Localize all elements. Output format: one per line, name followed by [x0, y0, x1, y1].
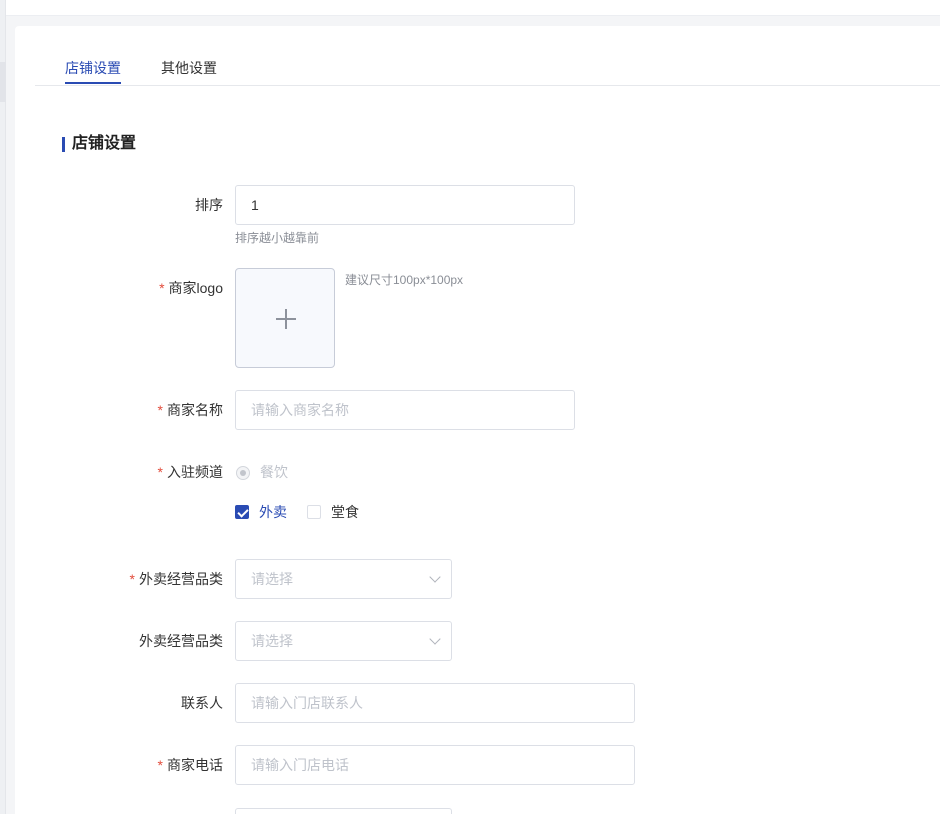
required-mark: *	[129, 571, 135, 587]
channel-radio-label: 餐饮	[260, 464, 288, 480]
sort-input[interactable]: 1	[235, 185, 575, 225]
takeout-category-select-required[interactable]: 请选择	[235, 559, 452, 599]
tab-other-settings[interactable]: 其他设置	[161, 58, 217, 78]
select-placeholder: 请选择	[251, 571, 293, 587]
contact-input[interactable]: 请输入门店联系人	[235, 683, 635, 723]
channel-radio-catering[interactable]	[236, 466, 250, 480]
takeout-category-required-label: * 外卖经营品类	[129, 571, 223, 587]
sort-label: 排序	[195, 197, 223, 213]
required-mark: *	[159, 280, 165, 296]
takeout-category-select[interactable]: 请选择	[235, 621, 452, 661]
channel-label: * 入驻频道	[157, 464, 223, 480]
tab-label: 店铺设置	[65, 60, 121, 76]
required-mark: *	[157, 757, 163, 773]
sort-hint: 排序越小越靠前	[235, 231, 320, 245]
chevron-down-icon	[429, 571, 441, 583]
select-placeholder: 请选择	[251, 633, 293, 649]
name-label: * 商家名称	[157, 402, 223, 418]
required-mark: *	[157, 464, 163, 480]
section-accent-bar	[62, 137, 65, 152]
phone-input[interactable]: 请输入门店电话	[235, 745, 635, 785]
sidebar-highlight	[0, 62, 6, 102]
top-bar	[6, 0, 940, 16]
logo-size-hint: 建议尺寸100px*100px	[345, 273, 464, 287]
merchant-name-input[interactable]: 请输入商家名称	[235, 390, 575, 430]
contact-label: 联系人	[181, 695, 223, 711]
takeout-category-label: 外卖经营品类	[139, 633, 223, 649]
tab-bar: 店铺设置 其他设置	[35, 26, 940, 86]
logo-upload-button[interactable]	[235, 268, 335, 368]
tab-label: 其他设置	[161, 60, 217, 76]
required-mark: *	[157, 402, 163, 418]
phone-label: * 商家电话	[157, 757, 223, 773]
active-tab-underline	[65, 82, 121, 84]
checkbox-dine-in[interactable]	[307, 505, 321, 519]
chevron-down-icon	[429, 633, 441, 645]
plus-icon	[276, 309, 296, 329]
next-field-input[interactable]	[235, 808, 452, 814]
settings-card: 店铺设置 其他设置 店铺设置 排序 1 排序越小越靠前 * 商家logo 建议尺寸…	[15, 26, 940, 814]
checkbox-dine-in-label: 堂食	[331, 504, 359, 520]
tab-store-settings[interactable]: 店铺设置	[65, 58, 121, 84]
logo-label: * 商家logo	[159, 280, 223, 296]
checkbox-takeout[interactable]	[235, 505, 249, 519]
section-title-text: 店铺设置	[72, 135, 137, 152]
checkbox-takeout-label: 外卖	[259, 504, 287, 520]
section-title: 店铺设置	[62, 134, 136, 154]
left-sidebar-edge	[0, 0, 6, 814]
